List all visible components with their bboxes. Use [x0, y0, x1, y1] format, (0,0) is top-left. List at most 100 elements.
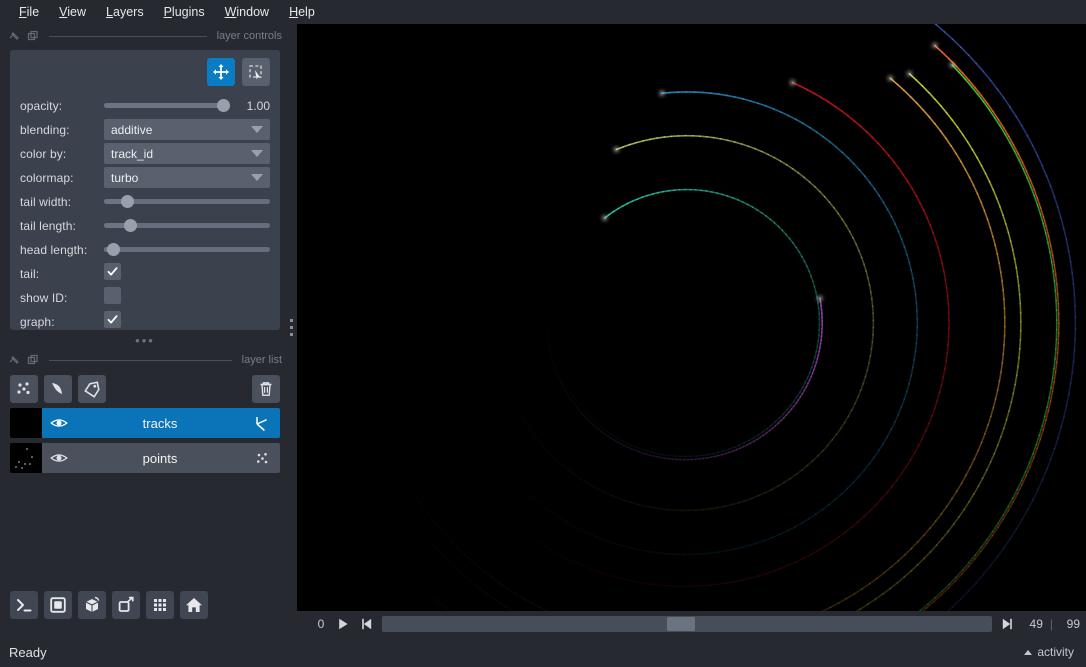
new-shapes-layer-button[interactable]: [44, 375, 72, 403]
float-icon[interactable]: [9, 354, 21, 366]
opacity-slider[interactable]: [104, 95, 230, 116]
grid-icon: [154, 599, 166, 611]
check-icon: [107, 267, 118, 276]
step-back-icon: [361, 618, 371, 630]
transpose-dims-button[interactable]: [112, 591, 140, 619]
menu-layers[interactable]: Layers: [96, 2, 154, 22]
status-bar: Ready activity: [0, 637, 1086, 667]
blending-combobox[interactable]: additive: [104, 119, 270, 140]
trash-icon: [260, 382, 272, 396]
layer-list-dock-header: layer list: [0, 352, 290, 368]
menu-help[interactable]: Help: [279, 2, 325, 22]
blending-label: blending:: [20, 122, 70, 137]
layer-controls-panel: opacity: 1.00 blending: additive color b…: [10, 50, 280, 347]
menu-view[interactable]: View: [49, 2, 96, 22]
float-icon[interactable]: [9, 30, 21, 42]
frame-slider[interactable]: [382, 616, 992, 632]
square-2d-icon: [50, 597, 66, 613]
tail-width-slider[interactable]: [104, 191, 270, 212]
dock-resize-handle[interactable]: •••: [10, 334, 280, 347]
delete-layer-button[interactable]: [252, 375, 280, 403]
visibility-toggle-points[interactable]: [50, 451, 70, 465]
frame-slider-handle[interactable]: [667, 617, 696, 631]
transform-icon: [249, 65, 262, 80]
layer-buttons-spacer: [112, 375, 246, 403]
tail-label: tail:: [20, 266, 40, 281]
points-thumbnail-icon: [15, 448, 33, 469]
frame-separator: |: [1049, 617, 1053, 631]
layer-controls-title: layer controls: [216, 30, 282, 42]
menu-plugins[interactable]: Plugins: [154, 2, 215, 22]
color-by-value: track_id: [111, 146, 154, 161]
head-length-label: head length:: [20, 242, 88, 257]
splitter-dot: [290, 333, 293, 336]
opacity-handle[interactable]: [217, 99, 230, 112]
labels-tag-icon: [84, 381, 100, 398]
tail-row: tail:: [20, 263, 270, 284]
visibility-toggle-tracks[interactable]: [50, 416, 70, 430]
head-length-slider[interactable]: [104, 239, 270, 260]
color-by-label: color by:: [20, 146, 67, 161]
head-length-handle[interactable]: [107, 243, 121, 256]
grid-view-button[interactable]: [146, 591, 174, 619]
play-icon: [338, 618, 348, 630]
max-frame-value: 99: [1066, 617, 1080, 631]
show-id-row: show ID:: [20, 287, 270, 308]
dock-rule: [49, 359, 232, 361]
layer-row-tracks[interactable]: tracks: [10, 408, 280, 438]
points-icon: [17, 382, 30, 395]
layer-tool-buttons: [20, 58, 270, 86]
layer-list-section: layer list tracks points: [0, 352, 290, 473]
reset-view-button[interactable]: [180, 591, 208, 619]
tail-checkbox[interactable]: [104, 263, 121, 280]
color-by-row: color by: track_id: [20, 143, 270, 164]
layer-type-icon-tracks: [250, 414, 272, 433]
color-by-combobox[interactable]: track_id: [104, 143, 270, 164]
step-forward-icon: [1003, 618, 1013, 630]
step-back-button[interactable]: [358, 616, 375, 633]
pan-zoom-tool-button[interactable]: [207, 58, 235, 86]
menu-bar: File View Layers Plugins Window Help: [0, 0, 1086, 24]
tail-width-label: tail width:: [20, 194, 72, 209]
tail-length-slider[interactable]: [104, 215, 270, 236]
activity-button[interactable]: activity: [1024, 645, 1074, 659]
status-message: Ready: [9, 644, 47, 660]
ndisplay-toggle-button[interactable]: [44, 591, 72, 619]
chevron-down-icon: [251, 150, 263, 157]
new-points-layer-button[interactable]: [10, 375, 38, 403]
shapes-icon: [52, 383, 62, 394]
menu-window[interactable]: Window: [215, 2, 279, 22]
console-button[interactable]: [10, 591, 38, 619]
splitter-dot: [290, 326, 293, 329]
opacity-filled: [104, 103, 223, 108]
roll-dims-button[interactable]: [78, 591, 106, 619]
undock-icon[interactable]: [27, 30, 39, 42]
colormap-combobox[interactable]: turbo: [104, 167, 270, 188]
blending-row: blending: additive: [20, 119, 270, 140]
layer-type-icon-points: [250, 449, 272, 468]
show-id-checkbox[interactable]: [104, 287, 121, 304]
panel-splitter[interactable]: [286, 24, 297, 631]
layer-name-tracks: tracks: [142, 415, 178, 431]
viewer-canvas[interactable]: [297, 24, 1086, 611]
undock-icon[interactable]: [27, 354, 39, 366]
napari-window: File View Layers Plugins Window Help lay…: [0, 0, 1086, 667]
layer-list-title: layer list: [241, 354, 282, 366]
left-dock-panel: layer controls opacity: 1.00 blending: a…: [0, 24, 290, 631]
colormap-row: colormap: turbo: [20, 167, 270, 188]
points-icon: [257, 452, 268, 463]
tail-length-handle[interactable]: [123, 219, 137, 232]
tail-length-label: tail length:: [20, 218, 76, 233]
transform-tool-button[interactable]: [242, 58, 270, 86]
play-button[interactable]: [334, 616, 351, 633]
step-forward-button[interactable]: [999, 616, 1016, 633]
cube-roll-icon: [85, 596, 100, 612]
menu-file[interactable]: File: [9, 2, 49, 22]
graph-checkbox[interactable]: [104, 311, 121, 328]
layer-row-points[interactable]: points: [10, 443, 280, 473]
tail-width-handle[interactable]: [120, 195, 134, 208]
tail-length-row: tail length:: [20, 215, 270, 236]
new-labels-layer-button[interactable]: [78, 375, 106, 403]
check-icon: [107, 315, 118, 324]
splitter-dot: [290, 319, 293, 322]
